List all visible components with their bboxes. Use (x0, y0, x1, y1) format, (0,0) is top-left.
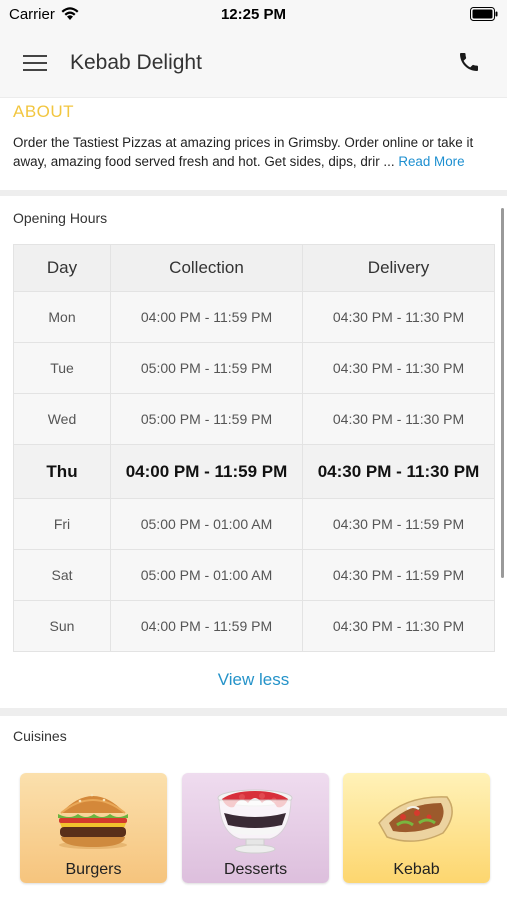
cuisines-section: Cuisines Burgers Desserts Kebab (0, 716, 507, 900)
table-row: Fri 05:00 PM - 01:00 AM 04:30 PM - 11:59… (13, 498, 495, 550)
status-time: 12:25 PM (220, 6, 287, 23)
app-header: Kebab Delight (0, 30, 507, 98)
day-cell: Mon (13, 291, 111, 343)
delivery-hours-cell: 04:30 PM - 11:30 PM (302, 342, 495, 394)
delivery-hours-cell: 04:30 PM - 11:30 PM (302, 291, 495, 343)
delivery-hours-cell: 04:30 PM - 11:59 PM (302, 498, 495, 550)
table-row-today: Thu 04:00 PM - 11:59 PM 04:30 PM - 11:30… (13, 444, 495, 499)
table-row: Sun 04:00 PM - 11:59 PM 04:30 PM - 11:30… (13, 600, 495, 652)
day-cell: Tue (13, 342, 111, 394)
day-cell: Sat (13, 549, 111, 601)
cuisine-card-kebab[interactable]: Kebab (343, 773, 490, 883)
cuisine-label: Desserts (223, 861, 288, 878)
opening-hours-section: Opening Hours Day Collection Delivery Mo… (0, 196, 507, 708)
opening-hours-table: Day Collection Delivery Mon 04:00 PM - 1… (13, 244, 495, 652)
opening-hours-label: Opening Hours (13, 210, 108, 226)
column-header-collection: Collection (110, 244, 303, 292)
table-row: Sat 05:00 PM - 01:00 AM 04:30 PM - 11:59… (13, 549, 495, 601)
collection-hours-cell: 04:00 PM - 11:59 PM (110, 600, 303, 652)
delivery-hours-cell: 04:30 PM - 11:30 PM (302, 393, 495, 445)
about-heading: ABOUT (13, 102, 75, 121)
column-header-delivery: Delivery (302, 244, 495, 292)
delivery-hours-cell: 04:30 PM - 11:30 PM (302, 444, 495, 499)
collection-hours-cell: 05:00 PM - 11:59 PM (110, 393, 303, 445)
table-header-row: Day Collection Delivery (13, 244, 495, 292)
section-divider (0, 708, 507, 716)
table-row: Mon 04:00 PM - 11:59 PM 04:30 PM - 11:30… (13, 291, 495, 343)
scrollbar[interactable] (501, 208, 504, 578)
cuisine-card-burgers[interactable]: Burgers (20, 773, 167, 883)
cuisine-label: Kebab (393, 861, 440, 878)
table-row: Tue 05:00 PM - 11:59 PM 04:30 PM - 11:30… (13, 342, 495, 394)
page-title: Kebab Delight (70, 51, 202, 74)
about-section: ABOUT Order the Tastiest Pizzas at amazi… (0, 98, 507, 190)
delivery-hours-cell: 04:30 PM - 11:30 PM (302, 600, 495, 652)
cuisine-label: Burgers (65, 861, 122, 878)
table-row: Wed 05:00 PM - 11:59 PM 04:30 PM - 11:30… (13, 393, 495, 445)
collection-hours-cell: 05:00 PM - 01:00 AM (110, 549, 303, 601)
collection-hours-cell: 05:00 PM - 01:00 AM (110, 498, 303, 550)
column-header-day: Day (13, 244, 111, 292)
view-less-link[interactable]: View less (0, 670, 507, 690)
read-more-link[interactable]: Read More (398, 154, 464, 169)
day-cell: Fri (13, 498, 111, 550)
day-cell: Sun (13, 600, 111, 652)
collection-hours-cell: 05:00 PM - 11:59 PM (110, 342, 303, 394)
about-description: Order the Tastiest Pizzas at amazing pri… (13, 133, 499, 171)
hamburger-menu-icon[interactable] (23, 53, 47, 73)
status-bar: Carrier 12:25 PM (0, 0, 507, 30)
phone-icon[interactable] (457, 50, 481, 74)
day-cell: Thu (13, 444, 111, 499)
battery-icon (470, 7, 498, 21)
collection-hours-cell: 04:00 PM - 11:59 PM (110, 291, 303, 343)
delivery-hours-cell: 04:30 PM - 11:59 PM (302, 549, 495, 601)
cuisines-label: Cuisines (13, 728, 67, 744)
day-cell: Wed (13, 393, 111, 445)
collection-hours-cell: 04:00 PM - 11:59 PM (110, 444, 303, 499)
cuisine-card-desserts[interactable]: Desserts (182, 773, 329, 883)
